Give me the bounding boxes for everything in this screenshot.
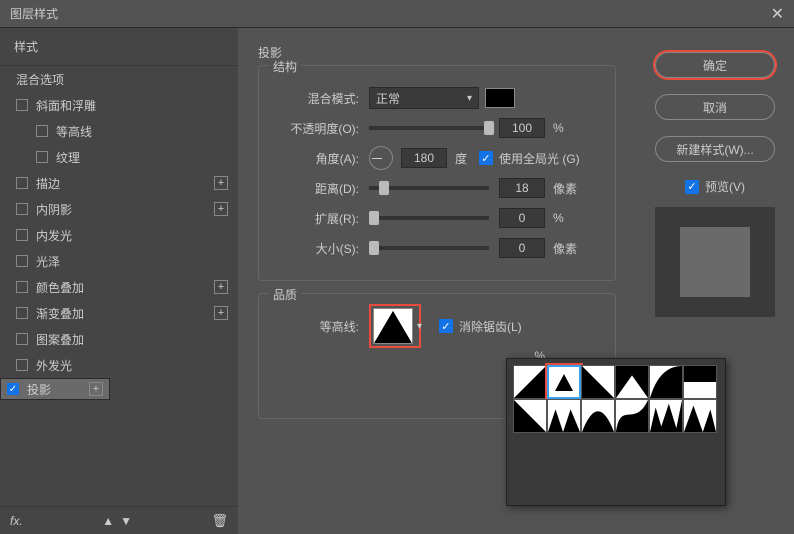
sidebar-item-gradientoverlay[interactable]: 渐变叠加+: [0, 300, 238, 326]
contour-thumb[interactable]: [547, 399, 581, 433]
checkbox-icon[interactable]: [16, 99, 28, 111]
ok-button[interactable]: 确定: [655, 52, 775, 78]
spread-input[interactable]: 0: [499, 208, 545, 228]
checkbox-icon[interactable]: [16, 203, 28, 215]
global-light-checkbox[interactable]: ✓: [479, 151, 493, 165]
blendmode-row: 混合模式: 正常▾: [269, 86, 605, 110]
opacity-row: 不透明度(O): 100 %: [269, 116, 605, 140]
down-icon[interactable]: ▼: [120, 514, 132, 528]
contour-thumb[interactable]: [513, 399, 547, 433]
spread-row: 扩展(R): 0 %: [269, 206, 605, 230]
sidebar-item-blending[interactable]: 混合选项: [0, 66, 238, 92]
angle-row: 角度(A): 180 度 ✓ 使用全局光 (G): [269, 146, 605, 170]
sidebar-item-coloroverlay[interactable]: 颜色叠加+: [0, 274, 238, 300]
add-icon[interactable]: +: [214, 306, 228, 320]
sidebar-item-texture[interactable]: 纹理: [0, 144, 238, 170]
add-icon[interactable]: +: [214, 280, 228, 294]
window-title: 图层样式: [10, 5, 58, 22]
opacity-slider[interactable]: [369, 126, 489, 130]
contour-thumb[interactable]: [615, 399, 649, 433]
sidebar-item-innershadow[interactable]: 内阴影+: [0, 196, 238, 222]
contour-grid: [513, 365, 719, 433]
opacity-input[interactable]: 100: [499, 118, 545, 138]
contour-thumb[interactable]: [683, 365, 717, 399]
checkbox-icon[interactable]: [16, 281, 28, 293]
checkbox-icon[interactable]: ✓: [7, 383, 19, 395]
contour-thumb[interactable]: [581, 365, 615, 399]
contour-thumb[interactable]: [615, 365, 649, 399]
checkbox-icon[interactable]: [16, 255, 28, 267]
antialias-checkbox[interactable]: ✓: [439, 319, 453, 333]
preview-label: 预览(V): [705, 178, 745, 195]
contour-thumb[interactable]: [683, 399, 717, 433]
main-area: 样式 混合选项 斜面和浮雕 等高线 纹理 描边+ 内阴影+ 内发光 光泽 颜色叠…: [0, 28, 794, 534]
structure-group: 结构 混合模式: 正常▾ 不透明度(O): 100 % 角度(A): 180 度…: [258, 65, 616, 281]
size-input[interactable]: 0: [499, 238, 545, 258]
newstyle-button[interactable]: 新建样式(W)...: [655, 136, 775, 162]
styles-list: 混合选项 斜面和浮雕 等高线 纹理 描边+ 内阴影+ 内发光 光泽 颜色叠加+ …: [0, 66, 238, 506]
styles-sidebar: 样式 混合选项 斜面和浮雕 等高线 纹理 描边+ 内阴影+ 内发光 光泽 颜色叠…: [0, 28, 238, 534]
add-icon[interactable]: +: [214, 202, 228, 216]
panel-title: 投影: [258, 44, 616, 61]
checkbox-icon[interactable]: [16, 177, 28, 189]
add-icon[interactable]: +: [214, 176, 228, 190]
checkbox-icon[interactable]: [16, 229, 28, 241]
group-label: 品质: [269, 286, 301, 303]
sidebar-item-outerglow[interactable]: 外发光: [0, 352, 238, 378]
contour-thumb[interactable]: [649, 399, 683, 433]
angle-dial[interactable]: [369, 146, 393, 170]
contour-thumb[interactable]: [649, 365, 683, 399]
checkbox-icon[interactable]: [36, 151, 48, 163]
styles-header: 样式: [0, 28, 238, 66]
preview-box: [655, 207, 775, 317]
size-slider[interactable]: [369, 246, 489, 250]
group-label: 结构: [269, 58, 301, 75]
up-icon[interactable]: ▲: [102, 514, 114, 528]
distance-slider[interactable]: [369, 186, 489, 190]
size-row: 大小(S): 0 像素: [269, 236, 605, 260]
checkbox-icon[interactable]: [16, 359, 28, 371]
distance-row: 距离(D): 18 像素: [269, 176, 605, 200]
close-icon[interactable]: ✕: [771, 4, 784, 24]
preview-inner: [680, 227, 750, 297]
sidebar-item-innerglow[interactable]: 内发光: [0, 222, 238, 248]
contour-row: 等高线: ▾ ✓ 消除锯齿(L): [269, 314, 605, 338]
fx-icon[interactable]: fx.: [10, 514, 23, 528]
contour-thumb[interactable]: [581, 399, 615, 433]
sidebar-item-patternoverlay[interactable]: 图案叠加: [0, 326, 238, 352]
cancel-button[interactable]: 取消: [655, 94, 775, 120]
sidebar-item-dropshadow[interactable]: ✓投影+: [0, 378, 110, 400]
chevron-down-icon: ▾: [417, 321, 422, 332]
blendmode-select[interactable]: 正常▾: [369, 87, 479, 109]
angle-input[interactable]: 180: [401, 148, 447, 168]
color-swatch[interactable]: [485, 88, 515, 108]
sidebar-item-contour[interactable]: 等高线: [0, 118, 238, 144]
contour-popup: ✲: [506, 358, 726, 506]
spread-slider[interactable]: [369, 216, 489, 220]
preview-checkbox[interactable]: ✓: [685, 180, 699, 194]
checkbox-icon[interactable]: [36, 125, 48, 137]
distance-input[interactable]: 18: [499, 178, 545, 198]
settings-panel: 投影 结构 混合模式: 正常▾ 不透明度(O): 100 % 角度(A): 18…: [238, 28, 636, 534]
chevron-down-icon: ▾: [467, 93, 472, 104]
sidebar-footer: fx. ▲ ▼ 🗑: [0, 506, 238, 534]
sidebar-item-bevel[interactable]: 斜面和浮雕: [0, 92, 238, 118]
checkbox-icon[interactable]: [16, 333, 28, 345]
sidebar-item-satin[interactable]: 光泽: [0, 248, 238, 274]
highlight-box: ▾: [369, 304, 421, 348]
trash-icon[interactable]: 🗑: [211, 513, 228, 529]
contour-thumb[interactable]: [547, 365, 581, 399]
title-bar: 图层样式 ✕: [0, 0, 794, 28]
contour-picker[interactable]: ▾: [373, 308, 413, 344]
contour-thumb[interactable]: [513, 365, 547, 399]
add-icon[interactable]: +: [89, 382, 103, 396]
checkbox-icon[interactable]: [16, 307, 28, 319]
sidebar-item-stroke[interactable]: 描边+: [0, 170, 238, 196]
